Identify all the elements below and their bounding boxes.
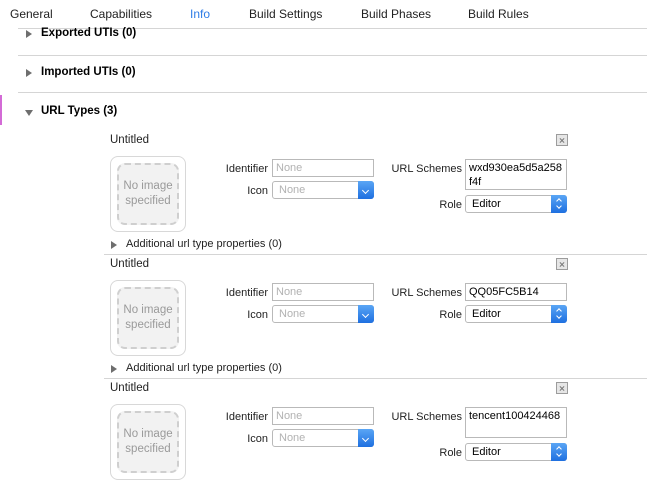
up-down-chevron-icon <box>551 305 567 323</box>
role-popup-value: Editor <box>472 198 501 210</box>
tab-general[interactable]: General <box>10 7 53 21</box>
identifier-label: Identifier <box>225 287 268 299</box>
url-schemes-label: URL Schemes <box>391 411 462 423</box>
identifier-label: Identifier <box>225 163 268 175</box>
icon-label: Icon <box>247 309 268 321</box>
chevron-down-icon <box>358 305 374 323</box>
role-popup-value: Editor <box>472 308 501 320</box>
image-well[interactable]: No image specified <box>110 280 186 356</box>
section-title: Exported UTIs (0) <box>41 27 137 39</box>
role-popup[interactable]: Editor <box>465 443 567 461</box>
tab-build-phases[interactable]: Build Phases <box>361 7 431 21</box>
tab-build-settings[interactable]: Build Settings <box>249 7 322 21</box>
chevron-down-icon <box>358 429 374 447</box>
tab-capabilities[interactable]: Capabilities <box>90 7 152 21</box>
icon-label: Icon <box>247 185 268 197</box>
identifier-field[interactable]: None <box>272 283 374 301</box>
disclosure-triangle-icon[interactable] <box>26 30 32 38</box>
additional-properties-label: Additional url type properties (0) <box>126 362 282 374</box>
divider <box>104 378 647 379</box>
image-well-text: No image specified <box>123 428 173 455</box>
section-title: URL Types (3) <box>41 105 118 117</box>
icon-popup[interactable]: None <box>272 181 374 199</box>
divider <box>104 254 647 255</box>
remove-entry-icon[interactable] <box>556 134 568 146</box>
tab-bar: General Capabilities Info Build Settings… <box>0 0 665 28</box>
remove-entry-icon[interactable] <box>556 382 568 394</box>
remove-entry-icon[interactable] <box>556 258 568 270</box>
identifier-label: Identifier <box>225 411 268 423</box>
icon-label: Icon <box>247 433 268 445</box>
chevron-down-icon <box>358 181 374 199</box>
icon-popup[interactable]: None <box>272 429 374 447</box>
up-down-chevron-icon <box>551 443 567 461</box>
section-url-types[interactable]: URL Types (3) <box>18 105 647 123</box>
additional-properties-label: Additional url type properties (0) <box>126 238 282 250</box>
icon-popup-value: None <box>279 184 306 196</box>
tab-build-rules[interactable]: Build Rules <box>468 7 529 21</box>
image-well[interactable]: No image specified <box>110 404 186 480</box>
identifier-field[interactable]: None <box>272 407 374 425</box>
url-schemes-label: URL Schemes <box>391 287 462 299</box>
url-schemes-field[interactable]: tencent100424468 <box>465 407 567 438</box>
image-well-text: No image specified <box>123 304 173 331</box>
divider <box>18 55 647 56</box>
section-imported-utis[interactable]: Imported UTIs (0) <box>18 66 647 84</box>
tab-info[interactable]: Info <box>190 7 210 21</box>
entry-title: Untitled <box>110 382 149 394</box>
role-label: Role <box>439 447 462 459</box>
url-schemes-label: URL Schemes <box>391 163 462 175</box>
role-popup-value: Editor <box>472 446 501 458</box>
scroll-marker <box>0 95 2 125</box>
section-exported-utis[interactable]: Exported UTIs (0) <box>18 27 647 45</box>
image-well[interactable]: No image specified <box>110 156 186 232</box>
image-well-text: No image specified <box>123 180 173 207</box>
entry-title: Untitled <box>110 258 149 270</box>
icon-popup-value: None <box>279 308 306 320</box>
up-down-chevron-icon <box>551 195 567 213</box>
url-schemes-field[interactable]: wxd930ea5d5a258f4f <box>465 159 567 190</box>
entry-title: Untitled <box>110 134 149 146</box>
url-schemes-field[interactable]: QQ05FC5B14 <box>465 283 567 301</box>
role-popup[interactable]: Editor <box>465 305 567 323</box>
identifier-field[interactable]: None <box>272 159 374 177</box>
divider <box>18 92 647 93</box>
disclosure-triangle-icon[interactable] <box>111 241 117 249</box>
role-label: Role <box>439 199 462 211</box>
section-title: Imported UTIs (0) <box>41 66 136 78</box>
disclosure-triangle-icon[interactable] <box>25 110 33 116</box>
disclosure-triangle-icon[interactable] <box>26 69 32 77</box>
disclosure-triangle-icon[interactable] <box>111 365 117 373</box>
icon-popup-value: None <box>279 432 306 444</box>
role-label: Role <box>439 309 462 321</box>
icon-popup[interactable]: None <box>272 305 374 323</box>
role-popup[interactable]: Editor <box>465 195 567 213</box>
